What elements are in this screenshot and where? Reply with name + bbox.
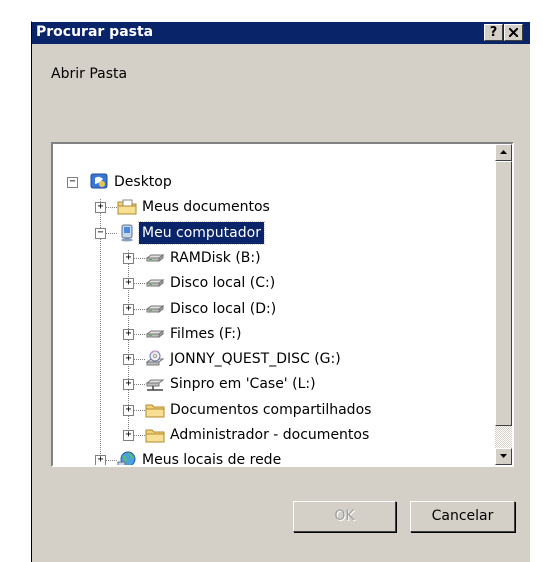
- network-drive-icon: [145, 375, 165, 393]
- tree-item[interactable]: + Sinpro em 'Case' (L:): [53, 373, 493, 395]
- tree-item[interactable]: + RAMDisk (B:): [53, 247, 493, 269]
- folder-icon: [145, 426, 165, 444]
- tree-item[interactable]: + Meus documentos: [53, 196, 493, 218]
- tree-item-label: Sinpro em 'Case' (L:): [170, 376, 316, 393]
- arrow-up-icon: [500, 150, 507, 154]
- folder-tree-list[interactable]: − Desktop + Meus documentos − Meu computador +…: [53, 144, 493, 465]
- tree-item[interactable]: + Filmes (F:): [53, 323, 493, 345]
- tree-item-label: Filmes (F:): [170, 325, 242, 342]
- scroll-up-button[interactable]: [495, 144, 512, 161]
- tree-item-label: Disco local (C:): [170, 275, 276, 292]
- tree-item[interactable]: + JONNY_QUEST_DISC (G:): [53, 348, 493, 370]
- tree-item-label: Documentos compartilhados: [170, 401, 372, 418]
- tree-item-label: Administrador - documentos: [170, 427, 370, 443]
- drive-icon: [145, 300, 165, 318]
- cancel-button[interactable]: Cancelar: [410, 501, 515, 532]
- cd-drive-icon: [145, 350, 165, 368]
- ok-button[interactable]: OK: [293, 501, 396, 532]
- tree-item-label: Disco local (D:): [170, 300, 277, 317]
- tree-item[interactable]: − Meu computador: [53, 220, 493, 245]
- scrollbar-thumb[interactable]: [495, 161, 512, 426]
- window-title: Procurar pasta: [36, 24, 154, 40]
- collapse-icon[interactable]: −: [95, 227, 106, 239]
- expand-icon[interactable]: +: [123, 278, 134, 290]
- tree-item-label: Meu computador: [138, 220, 265, 245]
- vertical-scrollbar[interactable]: [495, 144, 512, 465]
- expand-icon[interactable]: +: [123, 328, 134, 340]
- drive-icon: [145, 249, 165, 267]
- desktop-icon: [89, 173, 109, 191]
- expand-icon[interactable]: +: [95, 202, 106, 214]
- arrow-down-icon: [500, 454, 507, 458]
- tree-item[interactable]: + Disco local (C:): [53, 272, 493, 294]
- expand-icon[interactable]: +: [123, 404, 134, 416]
- tree-item-label: Meus locais de rede: [142, 452, 282, 465]
- browse-folder-dialog: Procurar pasta ? Abrir Pasta − Desktop + Me…: [31, 21, 530, 562]
- expand-icon[interactable]: +: [95, 455, 106, 465]
- expand-icon[interactable]: +: [123, 354, 134, 366]
- folder-icon: [145, 401, 165, 419]
- tree-item[interactable]: − Desktop: [53, 171, 493, 193]
- expand-icon[interactable]: +: [123, 430, 134, 441]
- expand-icon[interactable]: +: [123, 379, 134, 391]
- drive-icon: [145, 274, 165, 292]
- tree-item[interactable]: + Meus locais de rede: [53, 449, 493, 465]
- title-bar[interactable]: Procurar pasta ?: [32, 22, 530, 44]
- tree-item[interactable]: + Documentos compartilhados: [53, 399, 493, 421]
- tree-item-label: Meus documentos: [142, 199, 270, 216]
- collapse-icon[interactable]: −: [67, 177, 78, 188]
- expand-icon[interactable]: +: [123, 252, 134, 264]
- close-icon: [509, 28, 518, 37]
- dialog-instruction: Abrir Pasta: [51, 66, 128, 82]
- tree-item[interactable]: + Disco local (D:): [53, 298, 493, 320]
- folder-tree[interactable]: − Desktop + Meus documentos − Meu computador +…: [51, 142, 514, 467]
- scroll-down-button[interactable]: [495, 448, 512, 465]
- expand-icon[interactable]: +: [123, 303, 134, 315]
- tree-item[interactable]: + Administrador - documentos: [53, 424, 493, 446]
- tree-item-label: RAMDisk (B:): [170, 249, 261, 266]
- drive-icon: [145, 325, 165, 343]
- computer-icon: [117, 224, 137, 242]
- tree-item-label: JONNY_QUEST_DISC (G:): [170, 351, 341, 368]
- tree-item-label: Desktop: [114, 174, 172, 190]
- folder-documents-icon: [117, 198, 137, 216]
- close-button[interactable]: [504, 24, 523, 41]
- network-places-icon: [117, 451, 137, 465]
- help-button[interactable]: ?: [484, 24, 503, 41]
